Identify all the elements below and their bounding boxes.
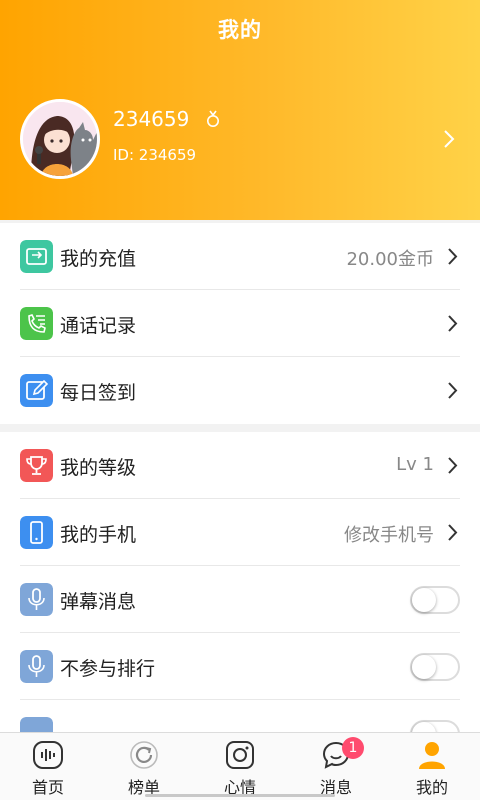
level-value: Lv 1 [396, 454, 434, 475]
partial-toggle[interactable] [410, 720, 460, 732]
camera-icon [226, 741, 254, 769]
unread-badge: 1 [342, 737, 364, 759]
phone-icon [20, 516, 53, 549]
tab-messages[interactable]: 1 消息 [288, 733, 384, 800]
menu-item-label: 弹幕消息 [60, 591, 137, 613]
menu-item-label: 通话记录 [60, 315, 137, 337]
menu-item-level[interactable]: 我的等级 Lv 1 [0, 432, 480, 499]
tab-ranking[interactable]: 榜单 [96, 733, 192, 800]
avatar[interactable] [20, 99, 100, 179]
tab-mine[interactable]: 我的 [384, 733, 480, 800]
tab-home[interactable]: 首页 [0, 733, 96, 800]
username: 234659 [113, 107, 190, 131]
menu-item-barrage-messages: 弹幕消息 [0, 566, 480, 633]
barrage-toggle[interactable] [410, 586, 460, 614]
trophy-icon [20, 449, 53, 482]
tab-label: 我的 [415, 778, 448, 797]
user-icon [419, 742, 445, 769]
profile-header: 我的 234659 ID: 234659 [0, 0, 480, 220]
microphone-icon [20, 583, 53, 616]
edit-icon [20, 374, 53, 407]
menu-item-my-phone[interactable]: 我的手机 修改手机号 [0, 499, 480, 566]
chevron-right-icon [448, 524, 458, 541]
home-voice-icon [33, 741, 63, 769]
microphone-icon [20, 650, 53, 683]
chevron-right-icon [448, 315, 458, 332]
profile-card[interactable]: 234659 ID: 234659 [20, 99, 460, 181]
bottom-tab-bar: 首页 榜单 心情 1 消息 我的 [0, 732, 480, 800]
tab-mood[interactable]: 心情 [192, 733, 288, 800]
wallet-icon [20, 240, 53, 273]
menu-item-call-records[interactable]: 通话记录 [0, 290, 480, 357]
change-phone-link: 修改手机号 [344, 525, 434, 546]
menu-item-exclude-ranking: 不参与排行 [0, 633, 480, 700]
menu-item-recharge[interactable]: 我的充值 20.00金币 [0, 223, 480, 290]
menu-item-label: 我的充值 [60, 248, 137, 270]
ranking-toggle[interactable] [410, 653, 460, 681]
menu-item-partial[interactable] [0, 700, 480, 732]
female-gender-icon [207, 110, 219, 127]
menu-group-account: 我的充值 20.00金币 通话记录 每日签到 [0, 223, 480, 424]
chevron-right-icon [448, 382, 458, 399]
chevron-right-icon[interactable] [442, 129, 456, 149]
menu-item-label: 每日签到 [60, 382, 137, 404]
menu-item-label: 我的等级 [60, 457, 137, 479]
microphone-icon [20, 717, 53, 732]
menu-group-settings: 我的等级 Lv 1 我的手机 修改手机号 弹幕消息 不参与排行 [0, 432, 480, 732]
tab-label: 首页 [31, 778, 64, 797]
menu-item-label: 不参与排行 [60, 658, 156, 680]
menu-item-daily-checkin[interactable]: 每日签到 [0, 357, 480, 424]
home-indicator [145, 794, 335, 797]
call-record-icon [20, 307, 53, 340]
menu-item-label: 我的手机 [60, 524, 137, 546]
chevron-right-icon [448, 457, 458, 474]
page-title: 我的 [218, 18, 262, 42]
user-id: ID: 234659 [113, 146, 197, 164]
ranking-icon [130, 741, 158, 769]
coin-balance: 20.00金币 [346, 249, 434, 270]
chevron-right-icon [448, 248, 458, 265]
